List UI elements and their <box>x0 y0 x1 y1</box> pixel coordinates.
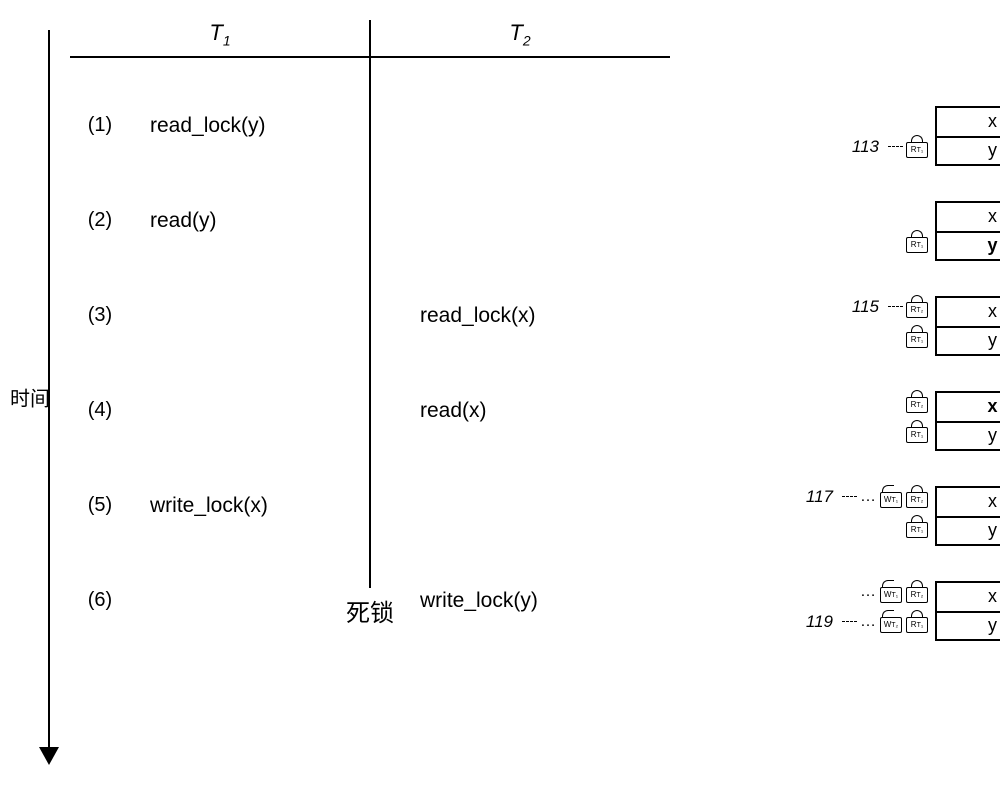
column-divider <box>369 20 371 588</box>
lock-annotation: RT₁ <box>906 420 932 443</box>
ellipsis: … <box>860 583 876 601</box>
dash-connector <box>842 496 857 497</box>
step-num: (4) <box>70 399 130 422</box>
cell-y: y <box>935 421 1000 451</box>
lock-icon: RT₁ <box>906 230 928 253</box>
data-cells: x y <box>935 486 1000 546</box>
data-cells: x y <box>935 201 1000 261</box>
lock-open-icon: WT₂ <box>880 610 902 633</box>
dash-connector <box>888 146 903 147</box>
t2-op: read(x) <box>400 399 670 423</box>
time-arrow-icon <box>48 30 50 763</box>
cell-y: y <box>935 136 1000 166</box>
cell-x: x <box>935 296 1000 326</box>
cell-x: x <box>935 106 1000 136</box>
lock-annotation: … WT₁ RT₂ <box>860 580 932 603</box>
ref-117: 117 <box>806 487 833 507</box>
lock-open-icon: WT₁ <box>880 580 902 603</box>
state-block: 113 RT₁ x y <box>800 88 1000 183</box>
step-num: (1) <box>70 114 130 137</box>
t2-op: write_lock(y) <box>400 589 670 613</box>
cell-x: x <box>935 391 1000 421</box>
lock-open-icon: WT₁ <box>880 485 902 508</box>
state-block: … WT₁ RT₂ 119 … WT₂ RT₁ x y <box>800 563 1000 658</box>
step-num: (6) <box>70 589 130 612</box>
lock-icon: RT₂ <box>906 295 928 318</box>
lock-icon: RT₁ <box>906 610 928 633</box>
main-area: T1 T2 (1) read_lock(y) (2) read(y) (3) <box>70 20 980 773</box>
lock-icon: RT₁ <box>906 325 928 348</box>
diagram-container: 时间 T1 T2 (1) read_lock(y) (2) read(y) <box>20 20 980 773</box>
deadlock-label: 死锁 <box>346 593 394 628</box>
t1-op: read_lock(y) <box>130 114 400 138</box>
lock-icon: RT₂ <box>906 390 928 413</box>
lock-annotation: 119 … WT₂ RT₁ <box>806 610 932 633</box>
header-t1: T1 <box>70 20 370 48</box>
lock-annotation: RT₁ <box>906 325 932 348</box>
state-block: RT₂ RT₁ x y <box>800 373 1000 468</box>
state-block: 115 RT₂ RT₁ x y <box>800 278 1000 373</box>
ellipsis: … <box>860 613 876 631</box>
lock-annotation: 115 RT₂ <box>852 295 932 318</box>
data-cells: x y <box>935 391 1000 451</box>
data-cells: x y <box>935 296 1000 356</box>
t1-op: read(y) <box>130 209 400 233</box>
cell-x: x <box>935 201 1000 231</box>
ref-113: 113 <box>852 137 879 157</box>
step-num: (3) <box>70 304 130 327</box>
state-block: 117 … WT₁ RT₂ RT₁ x y <box>800 468 1000 563</box>
cell-y: y <box>935 326 1000 356</box>
ellipsis: … <box>860 488 876 506</box>
step-num: (5) <box>70 494 130 517</box>
dash-connector <box>888 306 903 307</box>
time-axis: 时间 <box>20 20 70 773</box>
lock-icon: RT₁ <box>906 420 928 443</box>
transaction-table: T1 T2 (1) read_lock(y) (2) read(y) (3) <box>70 20 670 648</box>
cell-x: x <box>935 581 1000 611</box>
dash-connector <box>842 621 857 622</box>
data-cells: x y <box>935 581 1000 641</box>
cell-y: y <box>935 611 1000 641</box>
lock-annotation: RT₁ <box>906 230 932 253</box>
lock-icon: RT₂ <box>906 485 928 508</box>
lock-annotation: 113 RT₁ <box>852 135 932 158</box>
time-label: 时间 <box>10 382 50 411</box>
state-block: RT₁ x y <box>800 183 1000 278</box>
cell-x: x <box>935 486 1000 516</box>
state-diagrams: 113 RT₁ x y RT₁ x y <box>800 88 1000 658</box>
ref-119: 119 <box>806 612 833 632</box>
lock-annotation: 117 … WT₁ RT₂ <box>806 485 932 508</box>
lock-icon: RT₁ <box>906 515 928 538</box>
ref-115: 115 <box>852 297 879 317</box>
t2-op: read_lock(x) <box>400 304 670 328</box>
data-cells: x y <box>935 106 1000 166</box>
t1-op: write_lock(x) <box>130 494 400 518</box>
cell-y: y <box>935 231 1000 261</box>
step-num: (2) <box>70 209 130 232</box>
cell-y: y <box>935 516 1000 546</box>
header-t2: T2 <box>370 20 670 48</box>
lock-icon: RT₁ <box>906 135 928 158</box>
lock-annotation: RT₂ <box>906 390 932 413</box>
lock-icon: RT₂ <box>906 580 928 603</box>
lock-annotation: RT₁ <box>906 515 932 538</box>
